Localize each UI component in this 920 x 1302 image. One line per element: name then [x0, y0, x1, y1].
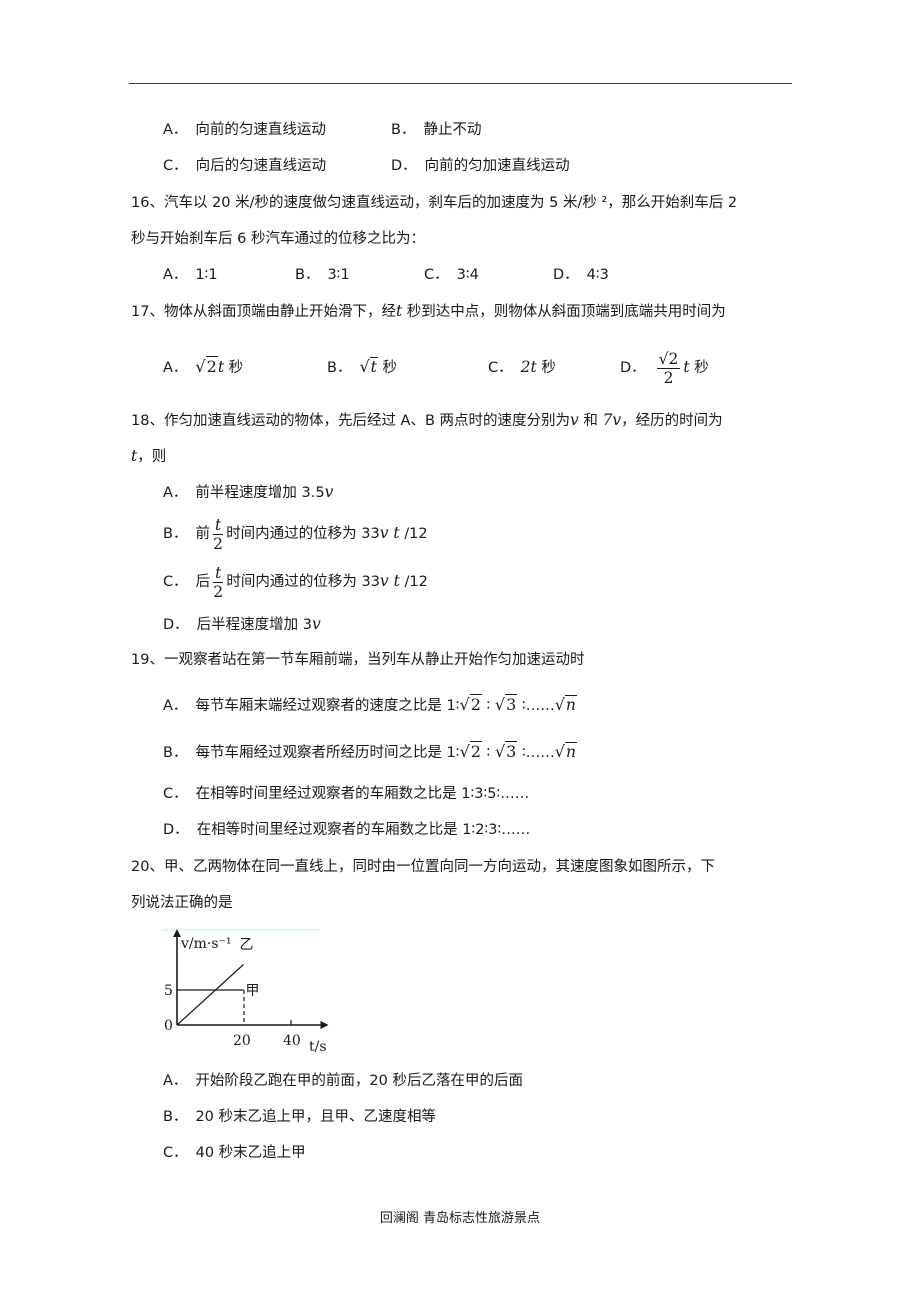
q19-option-c: C． 在相等时间里经过观察者的车厢数之比是 1∶3∶5∶…… [163, 786, 530, 802]
q20-option-a: A． 开始阶段乙跑在甲的前面，20 秒后乙落在甲的后面 [163, 1073, 523, 1089]
origin-label: 0 [164, 1018, 173, 1034]
q20-option-b: B． 20 秒末乙追上甲，且甲、乙速度相等 [163, 1109, 437, 1125]
fraction: t2 [212, 515, 224, 553]
x-tick-label-20: 20 [233, 1033, 251, 1049]
prev-option-b: B． 静止不动 [391, 122, 482, 138]
sqrt-symbol: √2 [195, 356, 218, 376]
sqrt-symbol: √3 [494, 741, 518, 761]
y-tick-label-5: 5 [164, 983, 173, 999]
sqrt-symbol: √n [554, 695, 577, 714]
x-axis-label: t/s [309, 1039, 327, 1055]
sqrt-symbol: √3 [494, 694, 518, 714]
q18-option-a: A． 前半程速度增加 3.5v [163, 483, 334, 501]
sqrt-symbol: √2 [459, 694, 482, 714]
velocity-time-graph: v/m·s⁻¹ t/s 0 20 40 5 甲 乙 [162, 929, 329, 1055]
q16-option-a: A． 1∶1 [163, 267, 218, 283]
prev-option-a: A． 向前的匀速直线运动 [163, 122, 326, 138]
q16-stem-line1: 16、汽车以 20 米/秒的速度做匀速直线运动，刹车后的加速度为 5 米/秒 ²… [131, 195, 738, 211]
sqrt-symbol: √2 [459, 741, 482, 761]
q20-stem-line2: 列说法正确的是 [131, 895, 233, 911]
x-tick-label-40: 40 [283, 1033, 301, 1049]
q20-option-c: C． 40 秒末乙追上甲 [163, 1145, 306, 1161]
q18-option-d: D． 后半程速度增加 3v [163, 615, 321, 633]
q16-option-d: D． 4∶3 [553, 267, 609, 283]
fraction: t2 [213, 563, 224, 601]
x-axis-arrow-icon [320, 1021, 329, 1029]
series-label-yi: 乙 [240, 937, 254, 953]
q18-stem-line1: 18、作匀加速直线运动的物体，先后经过 A、B 两点时的速度分别为v 和 7v，… [131, 411, 723, 429]
q17-stem: 17、物体从斜面顶端由静止开始滑下，经t 秒到达中点，则物体从斜面顶端到底端共用… [131, 302, 726, 320]
q17-option-a: A． √2t 秒 [163, 356, 244, 376]
sqrt-symbol: √n [554, 742, 577, 761]
q19-option-b: B． 每节车厢经过观察者所经历时间之比是 1∶√2 ∶ √3 ∶……√n [163, 741, 577, 761]
series-label-jia: 甲 [246, 983, 260, 999]
q18-option-b: B．前 t 2 时间内通过的位移为 33v t /12 [163, 515, 428, 553]
prev-option-c: C． 向后的匀速直线运动 [163, 158, 327, 174]
q20-stem-line1: 20、甲、乙两物体在同一直线上，同时由一位置向同一方向运动，其速度图象如图所示，… [131, 859, 715, 875]
y-axis-label: v/m·s⁻¹ [180, 936, 232, 952]
fraction: √2 2 [656, 349, 681, 387]
q17-option-d: D． √2 2 t 秒 [620, 349, 709, 387]
q18-option-c: C．后 t 2 时间内通过的位移为 33v t /12 [163, 563, 428, 601]
sqrt-symbol: √t [359, 357, 378, 376]
q16-option-c: C． 3∶4 [424, 267, 479, 283]
q19-option-d: D． 在相等时间里经过观察者的车厢数之比是 1∶2∶3∶…… [163, 822, 531, 838]
q17-option-b: B． √t 秒 [327, 357, 397, 376]
q18-stem-line2: t，则 [131, 447, 167, 465]
q16-stem-line2: 秒与开始刹车后 6 秒汽车通过的位移之比为： [131, 231, 425, 247]
q17-option-c: C． 2t 秒 [488, 358, 556, 376]
series-yi-line [176, 964, 244, 1026]
q16-option-b: B． 3∶1 [295, 267, 350, 283]
header-rule [129, 83, 792, 84]
q19-option-a: A． 每节车厢末端经过观察者的速度之比是 1∶√2 ∶ √3 ∶……√n [163, 694, 577, 714]
prev-option-d: D． 向前的匀加速直线运动 [391, 158, 570, 174]
q19-stem: 19、一观察者站在第一节车厢前端，当列车从静止开始作匀加速运动时 [131, 652, 585, 668]
page-footer: 回澜阁 青岛标志性旅游景点 [379, 1211, 541, 1226]
